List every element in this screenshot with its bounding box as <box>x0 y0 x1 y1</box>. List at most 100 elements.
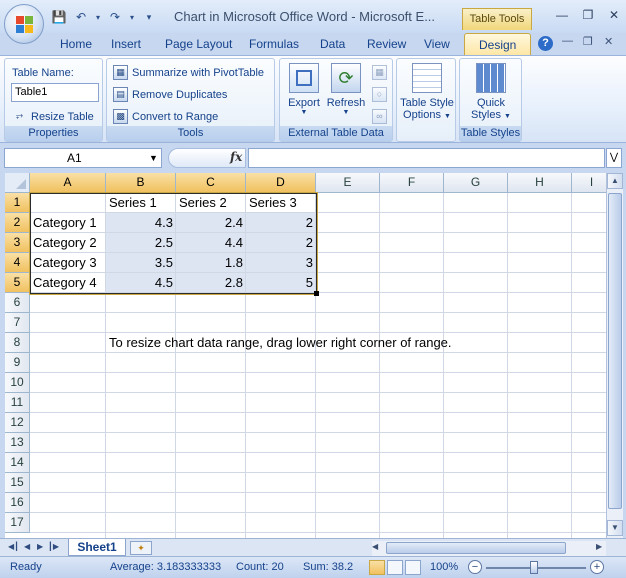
first-sheet-icon[interactable]: ◀┃ <box>8 542 19 551</box>
minimize-icon[interactable]: — <box>553 7 571 23</box>
tab-data[interactable]: Data <box>320 37 345 51</box>
row-header-13[interactable]: 13 <box>5 433 30 453</box>
summarize-pivot-button[interactable]: ▦ Summarize with PivotTable <box>113 65 264 80</box>
zoom-out-icon[interactable]: − <box>468 560 482 574</box>
page-break-view-icon[interactable] <box>405 560 421 575</box>
ribbon-close-icon[interactable]: ✕ <box>604 35 613 48</box>
redo-dropdown-icon[interactable]: ▾ <box>128 9 136 25</box>
zoom-level[interactable]: 100% <box>430 561 458 573</box>
row-header-4[interactable]: 4 <box>5 253 30 273</box>
customize-qat-icon[interactable]: ▾ <box>140 9 158 25</box>
quick-styles-button[interactable]: Quick Styles ▼ <box>462 63 520 121</box>
convert-to-range-button[interactable]: ▩ Convert to Range <box>113 109 218 124</box>
zoom-slider-thumb[interactable] <box>530 561 538 574</box>
horizontal-scrollbar[interactable]: ◀ ▶ <box>372 541 606 556</box>
insert-function-icon[interactable]: fx <box>230 150 242 164</box>
row-header-14[interactable]: 14 <box>5 453 30 473</box>
row-header-16[interactable]: 16 <box>5 493 30 513</box>
row-header-1[interactable]: 1 <box>5 193 30 213</box>
zoom-in-icon[interactable]: + <box>590 560 604 574</box>
row-header-8[interactable]: 8 <box>5 333 30 353</box>
table-style-options-button[interactable]: Table Style Options ▼ <box>399 63 455 121</box>
ribbon-minimize-icon[interactable]: — <box>562 35 573 47</box>
scroll-left-icon[interactable]: ◀ <box>372 542 378 551</box>
undo-dropdown-icon[interactable]: ▾ <box>94 9 102 25</box>
col-header-a[interactable]: A <box>30 173 106 193</box>
row-header-9[interactable]: 9 <box>5 353 30 373</box>
select-all-corner[interactable] <box>5 173 30 193</box>
status-count: Count: 20 <box>236 561 284 573</box>
row-header-7[interactable]: 7 <box>5 313 30 333</box>
close-icon[interactable]: ✕ <box>605 7 623 23</box>
pivot-table-icon: ▦ <box>113 65 128 80</box>
row-header-5[interactable]: 5 <box>5 273 30 293</box>
tab-home[interactable]: Home <box>60 37 92 51</box>
convert-to-range-label: Convert to Range <box>132 110 219 123</box>
normal-view-icon[interactable] <box>369 560 385 575</box>
export-button[interactable]: Export ▼ <box>286 63 322 116</box>
window-controls: — ❐ ✕ <box>553 7 623 23</box>
col-header-h[interactable]: H <box>508 173 572 193</box>
table-resize-handle[interactable] <box>314 291 319 296</box>
page-layout-view-icon[interactable] <box>387 560 403 575</box>
unlink-button[interactable]: ∞ <box>372 109 387 124</box>
row-header-2[interactable]: 2 <box>5 213 30 233</box>
col-header-f[interactable]: F <box>380 173 444 193</box>
save-icon[interactable]: 💾 <box>50 9 68 25</box>
row-header-6[interactable]: 6 <box>5 293 30 313</box>
horizontal-scroll-thumb[interactable] <box>386 542 566 554</box>
tab-design[interactable]: Design <box>464 33 532 56</box>
row-header-10[interactable]: 10 <box>5 373 30 393</box>
vertical-scrollbar[interactable]: ▲ ▼ <box>606 173 623 538</box>
tab-view[interactable]: View <box>424 37 450 51</box>
redo-icon[interactable]: ↷ <box>106 9 124 25</box>
name-box[interactable]: A1 <box>4 148 162 168</box>
prev-sheet-icon[interactable]: ◀ <box>24 542 30 551</box>
resize-table-label: Resize Table <box>31 110 94 123</box>
next-sheet-icon[interactable]: ▶ <box>37 542 43 551</box>
row-header-11[interactable]: 11 <box>5 393 30 413</box>
scroll-up-icon[interactable]: ▲ <box>607 173 623 189</box>
col-header-c[interactable]: C <box>176 173 246 193</box>
scroll-right-icon[interactable]: ▶ <box>596 542 602 551</box>
row-header-17[interactable]: 17 <box>5 513 30 533</box>
col-header-b[interactable]: B <box>106 173 176 193</box>
col-header-g[interactable]: G <box>444 173 508 193</box>
tab-review[interactable]: Review <box>367 37 406 51</box>
name-box-dropdown-icon[interactable]: ▼ <box>149 153 158 163</box>
properties-small-button[interactable]: ▦ <box>372 65 387 80</box>
office-button[interactable] <box>4 4 44 44</box>
restore-icon[interactable]: ❐ <box>579 7 597 23</box>
col-header-i[interactable]: I <box>572 173 606 193</box>
open-browser-button[interactable]: ○ <box>372 87 387 102</box>
insert-sheet-icon[interactable]: ✦ <box>130 541 152 555</box>
table-name-input[interactable]: Table1 <box>11 83 99 102</box>
last-sheet-icon[interactable]: ┃▶ <box>48 542 59 551</box>
cell-b8-note[interactable]: To resize chart data range, drag lower r… <box>106 333 455 353</box>
vertical-scroll-thumb[interactable] <box>608 193 622 509</box>
scroll-down-icon[interactable]: ▼ <box>607 520 623 536</box>
resize-table-button[interactable]: ⥅ Resize Table <box>12 109 94 124</box>
quick-access-toolbar: 💾 ↶ ▾ ↷ ▾ ▾ <box>50 8 158 26</box>
remove-duplicates-button[interactable]: ▤ Remove Duplicates <box>113 87 227 102</box>
office-logo-icon <box>16 16 33 33</box>
row-header-3[interactable]: 3 <box>5 233 30 253</box>
row-header-15[interactable]: 15 <box>5 473 30 493</box>
status-average: Average: 3.183333333 <box>110 561 222 573</box>
worksheet-grid[interactable]: A B C D E F G H I 1 2 3 4 5 6 7 8 9 10 1… <box>5 173 606 538</box>
undo-icon[interactable]: ↶ <box>72 9 90 25</box>
group-properties: Table Name: Table1 ⥅ Resize Table Proper… <box>4 58 103 142</box>
formula-input[interactable] <box>248 148 605 168</box>
row-header-12[interactable]: 12 <box>5 413 30 433</box>
ribbon-restore-icon[interactable]: ❐ <box>583 35 593 48</box>
refresh-button[interactable]: ⟳ Refresh ▼ <box>326 63 366 116</box>
expand-formula-bar-icon[interactable]: ⋁ <box>606 148 622 168</box>
sheet-tab-sheet1[interactable]: Sheet1 <box>68 539 126 556</box>
refresh-icon: ⟳ <box>331 63 361 93</box>
col-header-e[interactable]: E <box>316 173 380 193</box>
tab-page-layout[interactable]: Page Layout <box>165 37 232 51</box>
help-icon[interactable]: ? <box>538 36 553 51</box>
tab-formulas[interactable]: Formulas <box>249 37 299 51</box>
tab-insert[interactable]: Insert <box>111 37 141 51</box>
col-header-d[interactable]: D <box>246 173 316 193</box>
